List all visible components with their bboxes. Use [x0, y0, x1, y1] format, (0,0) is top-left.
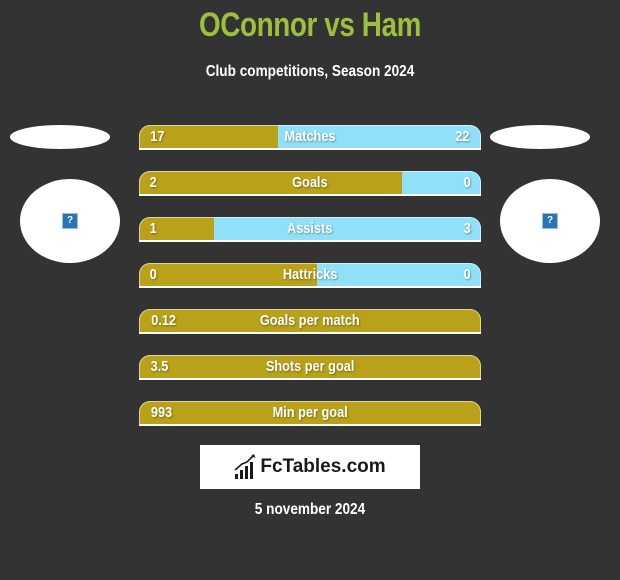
- bar-chart-icon: [234, 454, 256, 479]
- stat-label-text: Hattricks: [282, 266, 338, 283]
- right-value: 0: [463, 171, 471, 194]
- stat-label-text: Shots per goal: [265, 358, 355, 375]
- right-value-text: 0: [463, 266, 471, 283]
- stat-row-min-per-goal: 993 Min per goal: [139, 401, 481, 426]
- stat-label-text: Min per goal: [272, 404, 348, 421]
- stat-label: Shots per goal: [139, 355, 481, 378]
- stat-row-goals-per-match: 0.12 Goals per match: [139, 309, 481, 334]
- right-value: 22: [454, 125, 471, 148]
- stat-label-text: Goals per match: [260, 312, 360, 329]
- right-value: 0: [463, 263, 471, 286]
- stat-label: Min per goal: [139, 401, 481, 424]
- stat-row-assists: 1 Assists 3: [139, 217, 481, 242]
- missing-image-icon: ?: [62, 213, 78, 229]
- missing-image-icon: ?: [542, 213, 558, 229]
- stat-label: Hattricks: [139, 263, 481, 286]
- left-player-logo: ?: [20, 179, 120, 263]
- date-label: 5 november 2024: [254, 501, 366, 518]
- stat-label: Assists: [139, 217, 481, 240]
- stat-row-hattricks: 0 Hattricks 0: [139, 263, 481, 288]
- stat-label-text: Assists: [287, 220, 333, 237]
- right-player-name-placeholder: [490, 125, 590, 149]
- logo-text: FcTables.com: [260, 456, 386, 477]
- right-value-text: 0: [463, 174, 471, 191]
- competition-subtitle: Club competitions, Season 2024: [205, 63, 415, 80]
- stat-label: Goals: [139, 171, 481, 194]
- stat-label-text: Goals: [292, 174, 328, 191]
- stat-row-shots-per-goal: 3.5 Shots per goal: [139, 355, 481, 380]
- right-value: 3: [463, 217, 471, 240]
- stat-row-matches: 17 Matches 22: [139, 125, 481, 150]
- page-title: OConnor vs Ham: [199, 6, 421, 44]
- stat-label: Matches: [139, 125, 481, 148]
- right-value-text: 3: [463, 220, 471, 237]
- stat-row-goals: 2 Goals 0: [139, 171, 481, 196]
- stat-label-text: Matches: [284, 128, 336, 145]
- fctables-logo[interactable]: FcTables.com: [200, 445, 420, 489]
- stat-label: Goals per match: [139, 309, 481, 332]
- right-value-text: 22: [455, 128, 470, 145]
- right-player-logo: ?: [500, 179, 600, 263]
- left-player-name-placeholder: [10, 125, 110, 149]
